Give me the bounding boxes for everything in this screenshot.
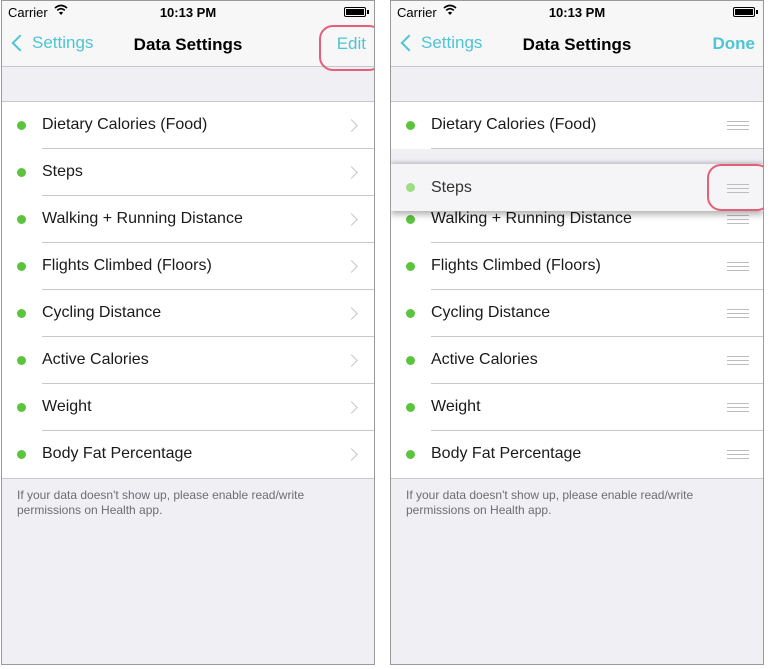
reorder-handle-icon[interactable] bbox=[727, 403, 749, 413]
navigation-bar: Settings Data Settings Done bbox=[391, 23, 763, 67]
reorder-handle-icon[interactable] bbox=[727, 356, 749, 366]
chevron-right-icon bbox=[345, 401, 358, 414]
green-dot-icon bbox=[406, 450, 415, 459]
chevron-right-icon bbox=[345, 119, 358, 132]
status-time: 10:13 PM bbox=[548, 5, 606, 20]
back-button[interactable]: Settings bbox=[10, 33, 93, 53]
footer-note: If your data doesn't show up, please ena… bbox=[406, 488, 694, 517]
footer-note: If your data doesn't show up, please ena… bbox=[17, 488, 305, 517]
list-item-label: Cycling Distance bbox=[42, 304, 162, 321]
list-item[interactable]: Active Calories bbox=[391, 337, 763, 384]
status-bar: Carrier 10:13 PM bbox=[391, 1, 763, 23]
green-dot-icon bbox=[406, 121, 415, 130]
screen-edit-mode: Carrier 10:13 PM Settings Data Settings … bbox=[390, 0, 764, 665]
list-item[interactable]: Dietary Calories (Food) bbox=[391, 102, 763, 149]
chevron-left-icon bbox=[11, 34, 29, 52]
green-dot-icon bbox=[406, 356, 415, 365]
chevron-right-icon bbox=[345, 354, 358, 367]
battery-icon bbox=[733, 7, 758, 17]
list-item[interactable]: Weight bbox=[391, 384, 763, 431]
list-item[interactable]: Flights Climbed (Floors) bbox=[2, 243, 374, 290]
green-dot-icon bbox=[17, 168, 26, 177]
list-item[interactable]: Cycling Distance bbox=[391, 290, 763, 337]
reorder-handle-icon[interactable] bbox=[727, 215, 749, 225]
screen-normal-mode: Carrier 10:13 PM Settings Data Settings … bbox=[1, 0, 375, 665]
list-item[interactable]: Dietary Calories (Food) bbox=[2, 102, 374, 149]
chevron-left-icon bbox=[400, 34, 418, 52]
list-item[interactable]: Active Calories bbox=[2, 337, 374, 384]
list-item[interactable]: Walking + Running Distance bbox=[2, 196, 374, 243]
list-item-label: Flights Climbed (Floors) bbox=[42, 257, 212, 274]
list-item-label: Body Fat Percentage bbox=[42, 445, 193, 462]
list-item-label: Dietary Calories (Food) bbox=[42, 116, 208, 133]
green-dot-icon bbox=[17, 403, 26, 412]
green-dot-icon bbox=[17, 262, 26, 271]
chevron-right-icon bbox=[345, 166, 358, 179]
status-bar: Carrier 10:13 PM bbox=[2, 1, 374, 23]
list-item-label: Steps bbox=[431, 179, 472, 196]
green-dot-icon bbox=[17, 121, 26, 130]
chevron-right-icon bbox=[345, 260, 358, 273]
green-dot-icon bbox=[406, 183, 415, 192]
back-button-label: Settings bbox=[421, 33, 483, 52]
list-item-label: Walking + Running Distance bbox=[42, 210, 243, 227]
status-time: 10:13 PM bbox=[159, 5, 217, 20]
back-button-label: Settings bbox=[32, 33, 94, 52]
navigation-bar: Settings Data Settings Edit bbox=[2, 23, 374, 67]
chevron-right-icon bbox=[345, 213, 358, 226]
chevron-right-icon bbox=[345, 307, 358, 320]
dragging-list-item[interactable]: Steps bbox=[391, 164, 763, 211]
list-item-label: Walking + Running Distance bbox=[431, 210, 632, 227]
green-dot-icon bbox=[17, 356, 26, 365]
chevron-right-icon bbox=[345, 448, 358, 461]
list-item[interactable]: Flights Climbed (Floors) bbox=[391, 243, 763, 290]
list-item-label: Flights Climbed (Floors) bbox=[431, 257, 601, 274]
list-item[interactable]: Cycling Distance bbox=[2, 290, 374, 337]
list-item[interactable]: Weight bbox=[2, 384, 374, 431]
data-type-list: Dietary Calories (Food) Steps Walking + … bbox=[2, 101, 374, 479]
list-item-label: Body Fat Percentage bbox=[431, 445, 582, 462]
green-dot-icon bbox=[406, 262, 415, 271]
green-dot-icon bbox=[406, 403, 415, 412]
edit-button[interactable]: Edit bbox=[337, 34, 366, 54]
reorder-handle-icon[interactable] bbox=[727, 184, 749, 194]
green-dot-icon bbox=[17, 309, 26, 318]
reorder-handle-icon[interactable] bbox=[727, 262, 749, 272]
list-item-label: Weight bbox=[42, 398, 92, 415]
list-item-label: Weight bbox=[431, 398, 481, 415]
list-item-label: Active Calories bbox=[431, 351, 538, 368]
green-dot-icon bbox=[406, 309, 415, 318]
list-item[interactable]: Body Fat Percentage bbox=[2, 431, 374, 478]
back-button[interactable]: Settings bbox=[399, 33, 482, 53]
done-button[interactable]: Done bbox=[713, 34, 756, 54]
list-item[interactable]: Steps bbox=[2, 149, 374, 196]
list-item-label: Dietary Calories (Food) bbox=[431, 116, 597, 133]
reorder-handle-icon[interactable] bbox=[727, 450, 749, 460]
reorder-handle-icon[interactable] bbox=[727, 309, 749, 319]
green-dot-icon bbox=[17, 215, 26, 224]
green-dot-icon bbox=[406, 215, 415, 224]
list-item[interactable]: Body Fat Percentage bbox=[391, 431, 763, 478]
green-dot-icon bbox=[17, 450, 26, 459]
list-item-label: Cycling Distance bbox=[431, 304, 551, 321]
data-type-list: Dietary Calories (Food) Walking + Runnin… bbox=[391, 101, 763, 479]
list-item-label: Steps bbox=[42, 163, 83, 180]
reorder-handle-icon[interactable] bbox=[727, 121, 749, 131]
battery-icon bbox=[344, 7, 369, 17]
list-item-label: Active Calories bbox=[42, 351, 149, 368]
